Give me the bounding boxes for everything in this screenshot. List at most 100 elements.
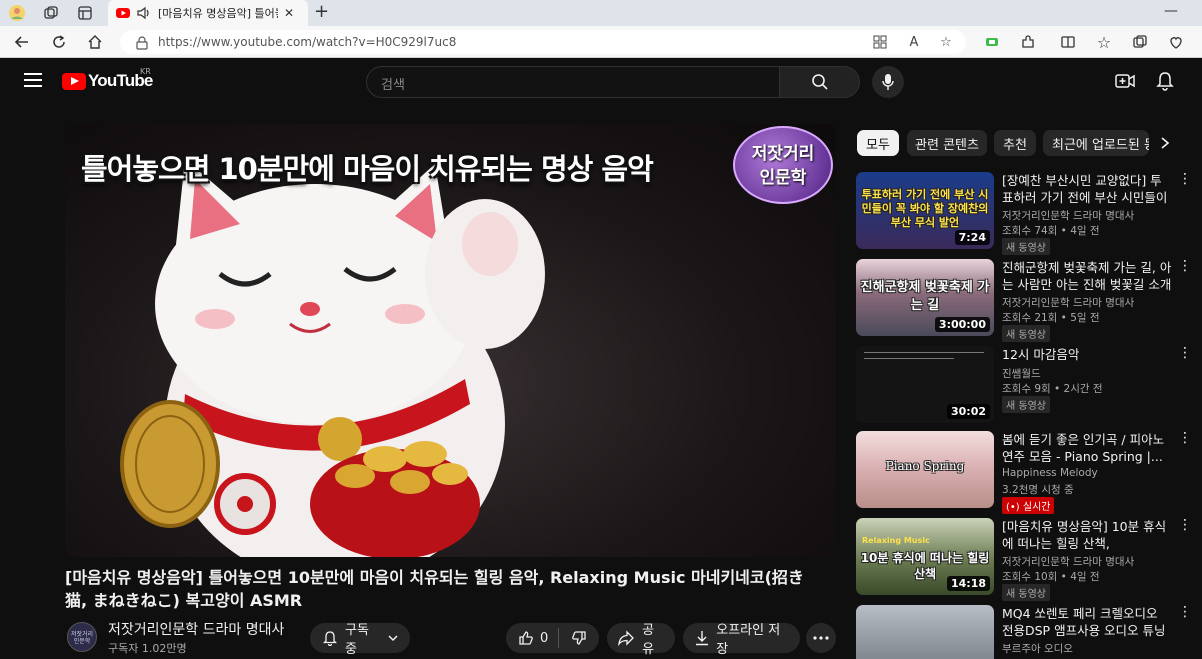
video-overlay-title: 틀어놓으면 10분만에 마음이 치유되는 명상 음악 (81, 152, 654, 186)
chip-recent-uploads[interactable]: 최근에 업로드된 동영상 (1043, 130, 1149, 156)
youtube-header: YouTube KR 검색 (4, 58, 1202, 104)
recommendation-channel[interactable]: 저잣거리인문학 드라마 명대사 (1002, 554, 1134, 569)
youtube-favicon-icon (116, 8, 130, 18)
subscriber-count: 구독자 1.02만명 (108, 642, 187, 655)
more-horizontal-icon (813, 636, 829, 640)
recommendation-title[interactable]: 12시 마감음악 (1002, 346, 1172, 363)
video-duration: 7:24 (954, 230, 990, 245)
thumbnail-tag: Relaxing Music (862, 536, 930, 545)
video-duration: 14:18 (946, 576, 990, 591)
menu-icon[interactable] (24, 73, 42, 87)
like-button[interactable]: 0 (506, 630, 558, 646)
subscribed-button[interactable]: 구독중 (310, 623, 410, 657)
thumbnail-caption: Piano Spring (885, 459, 965, 473)
recommendation-item[interactable]: 투표하러 가기 전에 부산 시민들이 꼭 봐야 할 장예찬의 부산 무식 발언 … (856, 172, 1196, 255)
split-screen-icon[interactable] (1058, 32, 1078, 52)
recommendation-title[interactable]: 진해군항제 벚꽃축제 가는 길, 아는 사람만 아는 진해 벚꽃길 소개 (1002, 259, 1172, 293)
download-icon (696, 631, 708, 646)
recommendation-meta: 조회수 9회 • 2시간 전 (1002, 383, 1103, 395)
collections-icon[interactable] (1130, 32, 1150, 52)
dislike-button[interactable] (559, 630, 587, 646)
microphone-icon (882, 74, 894, 90)
recommendation-meta: 조회수 21회 • 5일 전 (1002, 312, 1100, 324)
browser-essentials-icon[interactable] (1166, 32, 1186, 52)
recommendation-item[interactable]: Piano Spring 봄에 듣기 좋은 인기곡 / 피아노 연주 모음 - … (856, 431, 1196, 514)
more-vertical-icon[interactable]: ⋮ (1178, 172, 1192, 186)
browser-toolbar: https://www.youtube.com/watch?v=H0C929l7… (0, 26, 1202, 58)
share-button[interactable]: 공유 (607, 623, 675, 657)
new-tab-button[interactable]: + (314, 3, 329, 21)
badge-line-2: 인문학 (759, 168, 807, 188)
chip-recommended[interactable]: 추천 (994, 130, 1036, 156)
notifications-bell-icon[interactable] (1154, 70, 1176, 92)
video-thumbnail[interactable]: 30:02 (856, 346, 994, 423)
new-video-badge: 새 동영상 (1002, 584, 1050, 601)
app-available-icon[interactable] (872, 34, 888, 50)
download-button[interactable]: 오프라인 저장 (683, 623, 800, 657)
more-vertical-icon[interactable]: ⋮ (1178, 605, 1192, 619)
youtube-logo[interactable]: YouTube KR (62, 67, 153, 91)
tab-actions-icon[interactable] (76, 4, 94, 22)
chip-all[interactable]: 모두 (857, 130, 899, 156)
more-vertical-icon[interactable]: ⋮ (1178, 346, 1192, 360)
chevron-down-icon (388, 635, 398, 642)
recommendation-title[interactable]: [마음치유 명상음악] 10분 휴식에 떠나는 힐링 산책, Relaxing.… (1002, 518, 1172, 552)
favorite-star-icon[interactable]: ☆ (938, 34, 954, 50)
address-bar[interactable]: https://www.youtube.com/watch?v=H0C929l7… (120, 30, 966, 54)
like-count: 0 (540, 630, 549, 646)
chip-related[interactable]: 관련 콘텐츠 (907, 130, 987, 156)
extensions-icon[interactable] (1018, 32, 1038, 52)
more-vertical-icon[interactable]: ⋮ (1178, 431, 1192, 445)
search-input[interactable]: 검색 (366, 66, 799, 98)
video-thumbnail[interactable] (856, 605, 994, 659)
audio-playing-icon[interactable] (136, 6, 152, 20)
recommendation-item[interactable]: MQ4 쏘렌토 페리 크렐오디오 전용DSP 앰프사용 오디오 튜닝하... 부… (856, 605, 1196, 659)
back-button[interactable] (12, 32, 32, 52)
video-thumbnail[interactable]: Relaxing Music 10분 휴식에 떠나는 힐링 산책 14:18 (856, 518, 994, 595)
browser-tab-bar: [마음치유 명상음악] 틀어놓 ✕ + — (0, 0, 1202, 26)
recommendation-item[interactable]: 30:02 12시 마감음악 진쌤월드 조회수 9회 • 2시간 전 새 동영상… (856, 346, 1196, 426)
thumbnail-caption: 진해군항제 벚꽃축제 가는 길 (860, 280, 990, 313)
window-minimize-button[interactable]: — (1164, 3, 1178, 19)
lock-icon[interactable] (136, 35, 148, 54)
voice-search-button[interactable] (872, 66, 904, 98)
video-thumbnail[interactable]: 진해군항제 벚꽃축제 가는 길 3:00:00 (856, 259, 994, 336)
like-dislike-group: 0 (506, 623, 599, 653)
channel-avatar[interactable]: 저잣거리 인문학 (67, 622, 97, 652)
search-icon (811, 74, 828, 90)
workspaces-icon[interactable] (42, 4, 60, 22)
recommendation-title[interactable]: 봄에 듣기 좋은 인기곡 / 피아노 연주 모음 - Piano Spring … (1002, 431, 1172, 465)
video-player[interactable]: 틀어놓으면 10분만에 마음이 치유되는 명상 음악 저잣거리 인문학 (65, 124, 836, 557)
channel-name[interactable]: 저잣거리인문학 드라마 명대사 (108, 619, 284, 639)
recommendation-channel[interactable]: 저잣거리인문학 드라마 명대사 (1002, 295, 1134, 310)
recommendation-item[interactable]: 진해군항제 벚꽃축제 가는 길 3:00:00 진해군항제 벚꽃축제 가는 길,… (856, 259, 1196, 342)
profile-icon[interactable] (8, 4, 26, 22)
read-aloud-icon[interactable]: A (906, 34, 922, 50)
home-button[interactable] (85, 32, 105, 52)
subscribed-label: 구독중 (345, 623, 369, 657)
more-vertical-icon[interactable]: ⋮ (1178, 518, 1192, 532)
search-button[interactable] (780, 66, 860, 98)
video-thumbnail[interactable]: Piano Spring (856, 431, 994, 508)
recommendation-title[interactable]: [장예찬 부산시민 교양없다] 투표하러 가기 전에 부산 시민들이 ... (1002, 172, 1172, 206)
tab-close-icon[interactable]: ✕ (284, 6, 294, 20)
favorites-icon[interactable]: ☆ (1094, 32, 1114, 52)
recommendation-channel[interactable]: 진쌤월드 (1002, 366, 1041, 381)
extension-green-icon[interactable] (982, 32, 1002, 52)
more-actions-button[interactable] (806, 623, 836, 653)
tab-youtube[interactable]: [마음치유 명상음악] 틀어놓 ✕ (108, 0, 308, 26)
url-text[interactable]: https://www.youtube.com/watch?v=H0C929l7… (158, 35, 456, 49)
refresh-button[interactable] (49, 32, 69, 52)
create-video-icon[interactable] (1114, 70, 1136, 92)
recommendation-title[interactable]: MQ4 쏘렌토 페리 크렐오디오 전용DSP 앰프사용 오디오 튜닝하... (1002, 605, 1172, 639)
youtube-play-icon (62, 72, 86, 90)
recommendation-channel[interactable]: 부르주아 오디오 (1002, 641, 1073, 656)
recommendation-item[interactable]: Relaxing Music 10분 휴식에 떠나는 힐링 산책 14:18 [… (856, 518, 1196, 601)
recommendation-channel[interactable]: Happiness Melody (1002, 467, 1098, 479)
badge-line-1: 저잣거리 (751, 144, 815, 164)
recommendation-channel[interactable]: 저잣거리인문학 드라마 명대사 (1002, 208, 1134, 223)
chevron-right-icon[interactable] (1160, 136, 1170, 154)
more-vertical-icon[interactable]: ⋮ (1178, 259, 1192, 273)
video-thumbnail[interactable]: 투표하러 가기 전에 부산 시민들이 꼭 봐야 할 장예찬의 부산 무식 발언 … (856, 172, 994, 249)
thumbnail-caption: 투표하러 가기 전에 부산 시민들이 꼭 봐야 할 장예찬의 부산 무식 발언 (861, 188, 989, 229)
